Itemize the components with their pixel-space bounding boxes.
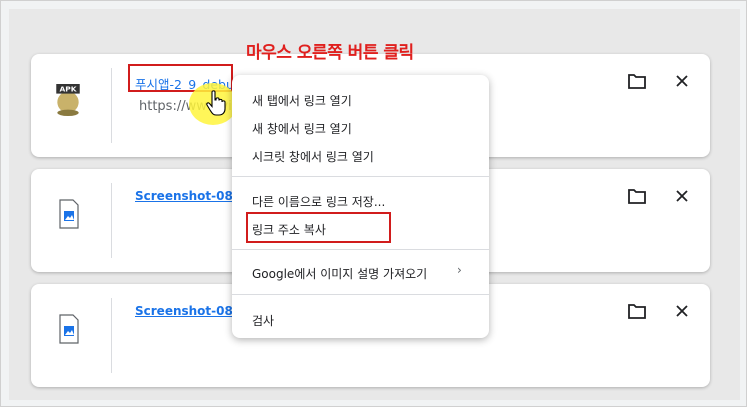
menu-separator	[232, 176, 489, 177]
context-menu: 새 탭에서 링크 열기 새 창에서 링크 열기 시크릿 창에서 링크 열기 다른…	[232, 75, 489, 338]
menu-item-inspect[interactable]: 검사	[252, 312, 274, 329]
menu-item-google-image-description[interactable]: Google에서 이미지 설명 가져오기	[252, 265, 427, 282]
close-icon[interactable]	[673, 187, 691, 205]
image-file-icon	[59, 314, 79, 344]
folder-icon[interactable]	[627, 302, 647, 320]
menu-separator	[232, 249, 489, 250]
menu-item-open-new-window[interactable]: 새 창에서 링크 열기	[252, 120, 352, 137]
apk-file-icon: APK	[56, 84, 80, 116]
annotation-label: 마우스 오른쪽 버튼 클릭	[246, 43, 414, 63]
folder-icon[interactable]	[627, 187, 647, 205]
image-file-icon	[59, 199, 79, 229]
close-icon[interactable]	[673, 72, 691, 90]
close-icon[interactable]	[673, 302, 691, 320]
folder-icon[interactable]	[627, 72, 647, 90]
hand-pointer-icon	[206, 90, 226, 116]
menu-highlight-box	[246, 212, 391, 243]
menu-item-open-incognito[interactable]: 시크릿 창에서 링크 열기	[252, 148, 374, 165]
menu-separator	[232, 294, 489, 295]
divider	[111, 68, 112, 143]
menu-item-save-link-as[interactable]: 다른 이름으로 링크 저장...	[252, 193, 385, 210]
divider	[111, 183, 112, 258]
chevron-right-icon: ›	[457, 263, 462, 277]
apk-label: APK	[59, 84, 76, 93]
divider	[111, 298, 112, 373]
menu-item-open-new-tab[interactable]: 새 탭에서 링크 열기	[252, 92, 352, 109]
